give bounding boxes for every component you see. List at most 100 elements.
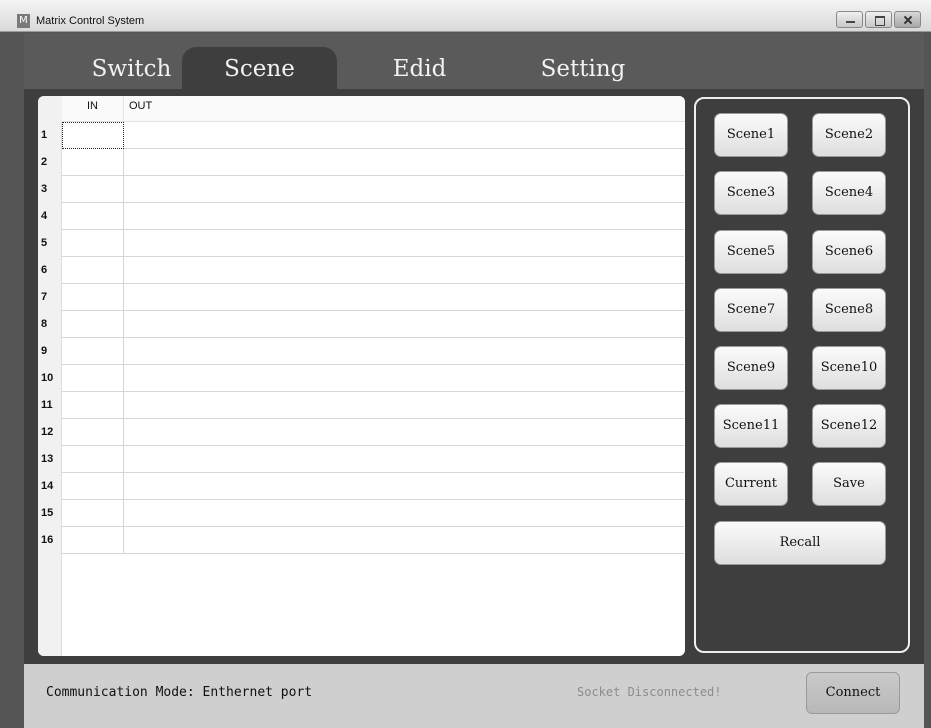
row-number[interactable]: 8	[38, 311, 62, 338]
scene12-button[interactable]: Scene12	[812, 404, 886, 448]
table-row[interactable]: 8	[38, 311, 684, 338]
table-row[interactable]: 4	[38, 203, 684, 230]
in-cell[interactable]	[62, 392, 124, 419]
current-button[interactable]: Current	[714, 462, 788, 506]
out-cell[interactable]	[124, 419, 684, 446]
row-number[interactable]: 2	[38, 149, 62, 176]
row-number[interactable]: 15	[38, 500, 62, 527]
scene1-button[interactable]: Scene1	[714, 113, 788, 157]
communication-mode-label: Communication Mode: Enthernet port	[46, 685, 313, 700]
tab-scene[interactable]: Scene	[182, 47, 337, 89]
in-cell[interactable]	[62, 500, 124, 527]
scene2-button[interactable]: Scene2	[812, 113, 886, 157]
table-row[interactable]: 14	[38, 473, 684, 500]
in-cell[interactable]	[62, 365, 124, 392]
table-row[interactable]: 12	[38, 419, 684, 446]
table-row[interactable]: 7	[38, 284, 684, 311]
minimize-icon	[837, 12, 862, 27]
out-cell[interactable]	[124, 311, 684, 338]
in-cell[interactable]	[62, 527, 124, 554]
maximize-button[interactable]	[865, 11, 892, 28]
table-row[interactable]: 6	[38, 257, 684, 284]
in-cell[interactable]	[62, 230, 124, 257]
row-number[interactable]: 10	[38, 365, 62, 392]
row-number[interactable]: 9	[38, 338, 62, 365]
row-number[interactable]: 14	[38, 473, 62, 500]
in-cell[interactable]	[62, 176, 124, 203]
socket-status-label: Socket Disconnected!	[577, 685, 722, 699]
out-cell[interactable]	[124, 122, 684, 149]
save-button[interactable]: Save	[812, 462, 886, 506]
scene10-button[interactable]: Scene10	[812, 346, 886, 390]
out-cell[interactable]	[124, 446, 684, 473]
row-number[interactable]: 11	[38, 392, 62, 419]
connect-button[interactable]: Connect	[806, 672, 900, 714]
in-cell[interactable]	[62, 149, 124, 176]
in-cell[interactable]	[62, 122, 124, 149]
out-cell[interactable]	[124, 500, 684, 527]
scene6-button[interactable]: Scene6	[812, 230, 886, 274]
maximize-icon	[866, 12, 891, 27]
in-cell[interactable]	[62, 203, 124, 230]
scene-page: IN OUT 1 2 3 4 5 6 7 8 9 10 11 12 13 14 15 16 Scene1 Sc…	[24, 89, 924, 664]
out-cell[interactable]	[124, 527, 684, 554]
title-bar[interactable]: M Matrix Control System	[0, 0, 931, 32]
out-cell[interactable]	[124, 338, 684, 365]
scene4-button[interactable]: Scene4	[812, 171, 886, 215]
tab-edid[interactable]: Edid	[342, 47, 497, 89]
table-row[interactable]: 3	[38, 176, 684, 203]
scene7-button[interactable]: Scene7	[714, 288, 788, 332]
row-number[interactable]: 7	[38, 284, 62, 311]
row-number[interactable]: 3	[38, 176, 62, 203]
scene5-button[interactable]: Scene5	[714, 230, 788, 274]
close-button[interactable]	[894, 11, 921, 28]
row-number[interactable]: 1	[38, 122, 62, 149]
table-row[interactable]: 9	[38, 338, 684, 365]
out-cell[interactable]	[124, 176, 684, 203]
table-corner	[38, 96, 62, 122]
table-row[interactable]: 16	[38, 527, 684, 554]
table-row[interactable]: 5	[38, 230, 684, 257]
row-number[interactable]: 13	[38, 446, 62, 473]
out-cell[interactable]	[124, 257, 684, 284]
in-cell[interactable]	[62, 257, 124, 284]
row-number[interactable]: 5	[38, 230, 62, 257]
row-number[interactable]: 4	[38, 203, 62, 230]
scene3-button[interactable]: Scene3	[714, 171, 788, 215]
scene-table: IN OUT 1 2 3 4 5 6 7 8 9 10 11 12 13 14 15 16	[38, 96, 685, 656]
table-row[interactable]: 15	[38, 500, 684, 527]
out-cell[interactable]	[124, 149, 684, 176]
table-row[interactable]: 10	[38, 365, 684, 392]
row-number[interactable]: 16	[38, 527, 62, 554]
out-cell[interactable]	[124, 392, 684, 419]
column-header-in[interactable]: IN	[62, 96, 124, 122]
table-row[interactable]: 1	[38, 122, 684, 149]
app-icon: M	[17, 14, 30, 28]
scene9-button[interactable]: Scene9	[714, 346, 788, 390]
out-cell[interactable]	[124, 473, 684, 500]
scene11-button[interactable]: Scene11	[714, 404, 788, 448]
table-row[interactable]: 13	[38, 446, 684, 473]
out-cell[interactable]	[124, 230, 684, 257]
out-cell[interactable]	[124, 365, 684, 392]
out-cell[interactable]	[124, 284, 684, 311]
in-cell[interactable]	[62, 446, 124, 473]
window-controls	[836, 11, 921, 28]
in-cell[interactable]	[62, 311, 124, 338]
scene8-button[interactable]: Scene8	[812, 288, 886, 332]
window-title: Matrix Control System	[36, 15, 145, 27]
table-row[interactable]: 11	[38, 392, 684, 419]
table-row[interactable]: 2	[38, 149, 684, 176]
in-cell[interactable]	[62, 419, 124, 446]
in-cell[interactable]	[62, 338, 124, 365]
row-number[interactable]: 6	[38, 257, 62, 284]
in-cell[interactable]	[62, 284, 124, 311]
row-number[interactable]: 12	[38, 419, 62, 446]
matrix-control-window: M Matrix Control System Switch Scene Edi…	[0, 0, 931, 728]
column-header-out[interactable]: OUT	[124, 96, 685, 122]
tab-setting[interactable]: Setting	[498, 47, 668, 89]
minimize-button[interactable]	[836, 11, 863, 28]
out-cell[interactable]	[124, 203, 684, 230]
recall-button[interactable]: Recall	[714, 521, 886, 565]
in-cell[interactable]	[62, 473, 124, 500]
